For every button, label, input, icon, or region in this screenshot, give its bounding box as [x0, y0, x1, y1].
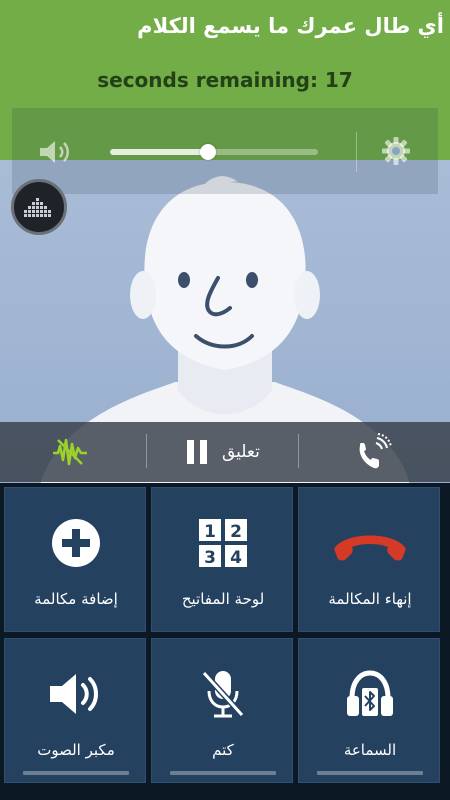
speakerphone-label: مكبر الصوت: [37, 741, 115, 759]
bluetooth-headset-button[interactable]: السماعة: [298, 638, 440, 783]
toggle-indicator: [23, 771, 129, 775]
mute-label: كتم: [212, 741, 234, 759]
gear-icon[interactable]: [380, 135, 412, 167]
volume-slider-fill: [110, 149, 208, 155]
add-call-icon: [52, 519, 100, 567]
volume-slider[interactable]: [110, 144, 318, 160]
mute-mic-icon: [201, 670, 245, 718]
countdown-timer: seconds remaining: 17: [97, 68, 353, 92]
equalizer-icon: [24, 198, 51, 217]
hold-button[interactable]: تعليق: [186, 435, 260, 469]
speaker-icon: [50, 674, 98, 714]
key-label: 3: [204, 548, 216, 568]
bluetooth-headset-icon: [347, 670, 393, 716]
divider: [356, 132, 357, 172]
volume-slider-thumb[interactable]: [199, 144, 216, 160]
equalizer-button[interactable]: [11, 179, 67, 235]
hold-label: تعليق: [222, 442, 260, 462]
mute-button[interactable]: كتم: [151, 638, 293, 783]
call-receiver-icon[interactable]: [354, 432, 392, 472]
toggle-indicator: [170, 771, 276, 775]
keypad-label: لوحة المفاتيح: [181, 590, 265, 608]
call-actions-grid: إضافة مكالمة 1 2 3 4 لوحة المفاتيح إنهاء…: [0, 483, 450, 800]
divider: [146, 434, 147, 468]
end-call-button[interactable]: إنهاء المكالمة: [298, 487, 440, 632]
divider: [298, 434, 299, 468]
key-label: 4: [230, 548, 242, 568]
key-label: 2: [230, 522, 242, 542]
headset-label: السماعة: [343, 741, 397, 759]
banner-title: أي طال عمرك ما يسمع الكلام: [137, 14, 444, 38]
add-call-label: إضافة مكالمة: [34, 590, 118, 608]
keypad-icon: 1 2 3 4: [199, 519, 247, 568]
add-call-button[interactable]: إضافة مكالمة: [4, 487, 146, 632]
end-call-label: إنهاء المكالمة: [328, 590, 412, 608]
end-call-icon: [334, 535, 406, 561]
noise-reduction-icon[interactable]: [52, 436, 88, 468]
volume-panel: [12, 108, 438, 194]
keypad-button[interactable]: 1 2 3 4 لوحة المفاتيح: [151, 487, 293, 632]
speaker-icon: [40, 141, 69, 163]
in-call-bar: تعليق: [0, 422, 450, 482]
key-label: 1: [204, 522, 216, 542]
toggle-indicator: [317, 771, 423, 775]
speakerphone-button[interactable]: مكبر الصوت: [4, 638, 146, 783]
pause-icon: [187, 440, 207, 464]
